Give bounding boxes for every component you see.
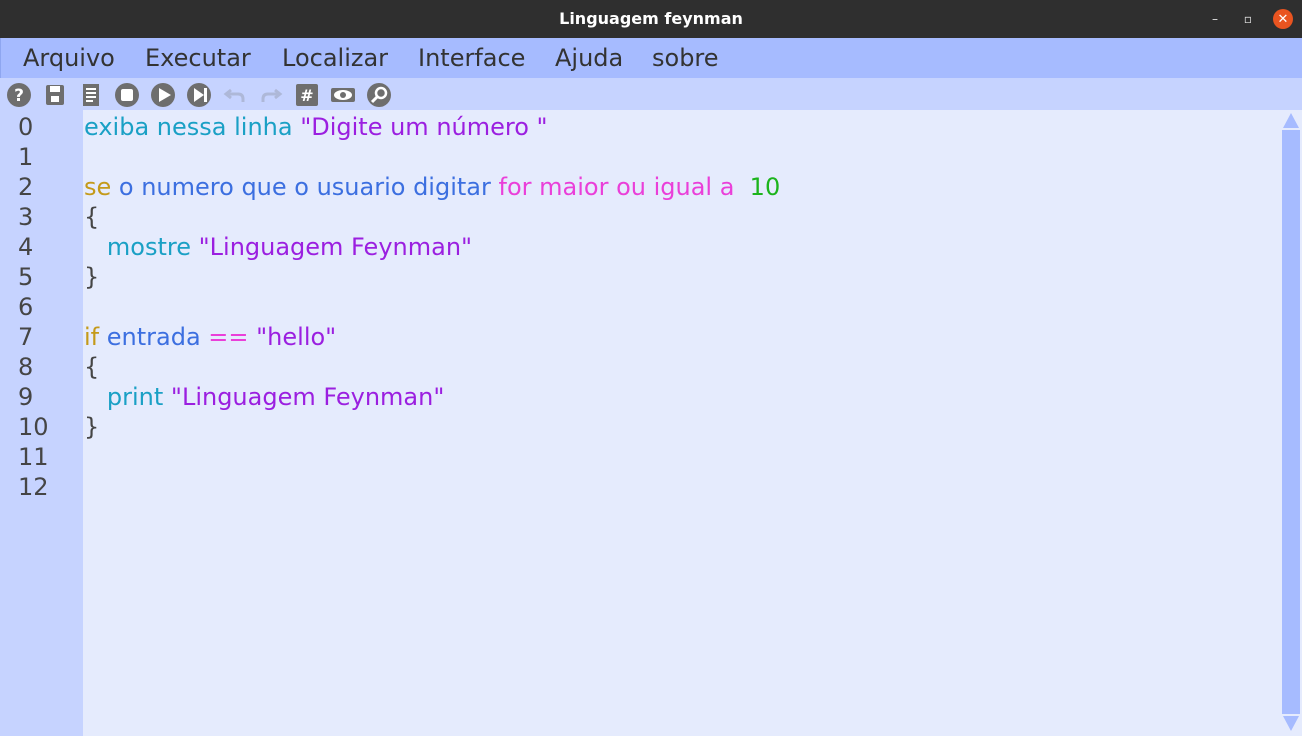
code-token: "Linguagem Feynman"	[170, 383, 445, 411]
code-token: {	[84, 353, 100, 381]
save-icon[interactable]	[42, 82, 68, 108]
line-number: 12	[18, 473, 49, 501]
line-number: 0	[18, 113, 34, 141]
code-token: exiba nessa linha	[84, 113, 301, 141]
line-number: 1	[18, 143, 34, 171]
stop-icon[interactable]	[114, 82, 140, 108]
code-token: ==	[208, 323, 257, 351]
code-line[interactable]: {	[84, 352, 99, 382]
app-window: Linguagem feynman – ▫ ✕ Arquivo Executar…	[0, 0, 1302, 736]
code-token: mostre	[84, 233, 199, 261]
svg-text:#: #	[300, 86, 313, 105]
run-icon[interactable]	[150, 82, 176, 108]
line-number: 5	[18, 263, 34, 291]
code-token: print	[84, 383, 171, 411]
window-title: Linguagem feynman	[559, 9, 743, 28]
scroll-track[interactable]	[1282, 130, 1300, 714]
undo-icon[interactable]	[222, 82, 248, 108]
menu-arquivo[interactable]: Arquivo	[23, 38, 115, 78]
search-icon[interactable]	[366, 82, 392, 108]
line-number: 6	[18, 293, 34, 321]
code-token: }	[84, 263, 100, 291]
line-number: 11	[18, 443, 49, 471]
code-token: for maior ou igual a	[498, 173, 743, 201]
scroll-down-arrow-icon[interactable]	[1281, 714, 1301, 734]
line-number: 8	[18, 353, 34, 381]
line-number-gutter: 0 1 2 3 4 5 6 7 8 9 10 11 12	[0, 110, 83, 736]
line-number: 9	[18, 383, 34, 411]
code-line[interactable]: mostre "Linguagem Feynman"	[84, 232, 472, 262]
code-token: entrada	[106, 323, 209, 351]
menu-sobre[interactable]: sobre	[652, 38, 719, 78]
hash-icon[interactable]: #	[294, 82, 320, 108]
code-token: "hello"	[256, 323, 337, 351]
scroll-up-arrow-icon[interactable]	[1281, 110, 1301, 130]
menu-bar: Arquivo Executar Localizar Interface Aju…	[0, 38, 1302, 78]
help-icon[interactable]: ?	[6, 82, 32, 108]
code-token: if	[84, 323, 107, 351]
line-number: 7	[18, 323, 34, 351]
code-token: o numero que o usuario digitar	[118, 173, 499, 201]
redo-icon[interactable]	[258, 82, 284, 108]
menu-executar[interactable]: Executar	[145, 38, 251, 78]
document-icon[interactable]	[78, 82, 104, 108]
code-line[interactable]: if entrada == "hello"	[84, 322, 336, 352]
vertical-scrollbar[interactable]	[1280, 110, 1302, 736]
eye-icon[interactable]	[330, 82, 356, 108]
code-token: }	[84, 413, 100, 441]
code-line[interactable]: se o numero que o usuario digitar for ma…	[84, 172, 780, 202]
code-token: "Linguagem Feynman"	[198, 233, 473, 261]
line-number: 3	[18, 203, 34, 231]
svg-text:?: ?	[14, 86, 24, 106]
code-line[interactable]: }	[84, 412, 99, 442]
code-line[interactable]: }	[84, 262, 99, 292]
code-line[interactable]: print "Linguagem Feynman"	[84, 382, 445, 412]
menu-interface[interactable]: Interface	[418, 38, 525, 78]
line-number: 10	[18, 413, 49, 441]
code-token: se	[84, 173, 119, 201]
code-line[interactable]: {	[84, 202, 99, 232]
minimize-button[interactable]: –	[1205, 9, 1225, 29]
line-number: 4	[18, 233, 34, 261]
code-token: "Digite um número "	[300, 113, 548, 141]
line-number: 2	[18, 173, 34, 201]
code-token: 10	[742, 173, 781, 201]
code-line[interactable]: exiba nessa linha "Digite um número "	[84, 112, 548, 142]
menu-localizar[interactable]: Localizar	[282, 38, 388, 78]
toolbar: ? #	[0, 78, 1302, 110]
run-step-icon[interactable]	[186, 82, 212, 108]
title-bar: Linguagem feynman – ▫ ✕	[0, 0, 1302, 38]
maximize-button[interactable]: ▫	[1238, 9, 1258, 29]
code-editor[interactable]: 0 1 2 3 4 5 6 7 8 9 10 11 12 exiba nessa linha "Digi…	[0, 110, 1302, 736]
close-button[interactable]: ✕	[1273, 9, 1293, 29]
menu-ajuda[interactable]: Ajuda	[555, 38, 623, 78]
code-token: {	[84, 203, 100, 231]
